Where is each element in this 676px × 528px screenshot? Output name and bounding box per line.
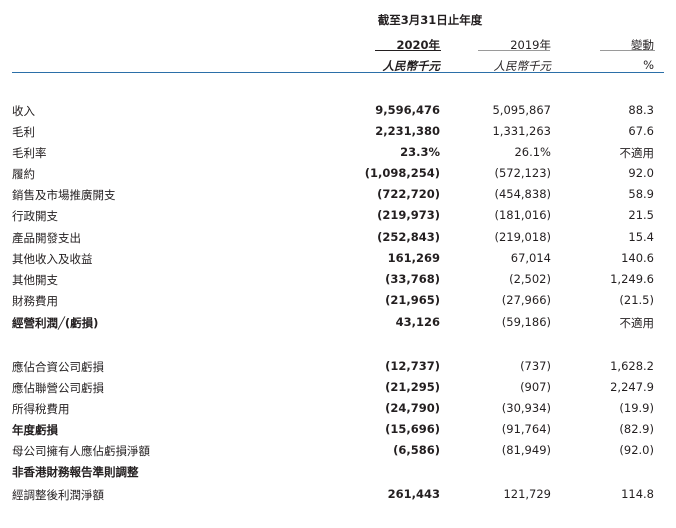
table-row: 毛利 2,231,380 1,331,263 67.6 — [0, 124, 676, 145]
row-label: 其他收入及收益 — [12, 252, 93, 266]
current-column-rule — [375, 50, 441, 51]
row-label: 毛利 — [12, 125, 35, 139]
change-value: 58.9 — [628, 187, 654, 201]
table-row: 其他開支 (33,768) (2,502) 1,249.6 — [0, 272, 676, 293]
table-row: 其他收入及收益 161,269 67,014 140.6 — [0, 251, 676, 272]
change-value: 15.4 — [628, 230, 654, 244]
prior-year-value: 5,095,867 — [492, 103, 551, 117]
prior-year-value: (81,949) — [501, 443, 551, 457]
table-row: 產品開發支出 (252,843) (219,018) 15.4 — [0, 230, 676, 251]
change-unit-header: % — [643, 58, 654, 72]
table-row: 非香港財務報告準則調整 — [0, 464, 676, 485]
current-year-value: 261,443 — [387, 487, 440, 501]
change-value: (92.0) — [619, 443, 654, 457]
change-value: (82.9) — [619, 422, 654, 436]
prior-year-value: (907) — [520, 380, 551, 394]
prior-year-value: 67,014 — [510, 251, 551, 265]
current-year-value: 9,596,476 — [375, 103, 440, 117]
change-value: (19.9) — [619, 401, 654, 415]
change-value: 21.5 — [628, 208, 654, 222]
prior-year-value: (27,966) — [501, 293, 551, 307]
current-year-value: (722,720) — [377, 187, 440, 201]
row-label: 履約 — [12, 167, 35, 181]
prior-year-value: (181,016) — [494, 208, 551, 222]
change-value: (21.5) — [619, 293, 654, 307]
change-value: 不適用 — [619, 146, 655, 160]
row-label: 應佔聯營公司虧損 — [12, 381, 104, 395]
table-row: 銷售及市場推廣開支 (722,720) (454,838) 58.9 — [0, 187, 676, 208]
change-value: 67.6 — [628, 124, 654, 138]
prior-year-value: 1,331,263 — [492, 124, 551, 138]
row-label: 經調整後利潤淨額 — [12, 488, 104, 502]
current-year-value: (21,965) — [385, 293, 440, 307]
table-row: 行政開支 (219,973) (181,016) 21.5 — [0, 208, 676, 229]
prior-year-value: (219,018) — [494, 230, 551, 244]
period-header: 截至3月31日止年度 — [377, 13, 483, 27]
current-year-value: 2,231,380 — [375, 124, 440, 138]
current-year-value: (15,696) — [385, 422, 440, 436]
row-label: 毛利率 — [12, 146, 47, 160]
prior-year-value: 121,729 — [503, 487, 551, 501]
prior-year-value: (59,186) — [501, 315, 551, 329]
row-label: 經營利潤╱(虧損) — [12, 316, 99, 330]
row-label: 銷售及市場推廣開支 — [12, 188, 116, 202]
current-year-value: (219,973) — [377, 208, 440, 222]
row-label: 其他開支 — [12, 273, 58, 287]
prior-year-value: (30,934) — [501, 401, 551, 415]
current-year-value: (1,098,254) — [364, 166, 440, 180]
row-label: 行政開支 — [12, 209, 58, 223]
table-row: 母公司擁有人應佔虧損淨額 (6,586) (81,949) (92.0) — [0, 443, 676, 464]
current-year-value: 161,269 — [387, 251, 440, 265]
change-value: 114.8 — [621, 487, 654, 501]
change-value: 不適用 — [619, 316, 655, 330]
prior-column-rule — [478, 50, 550, 51]
change-column-rule — [600, 50, 655, 51]
table-row: 應佔聯營公司虧損 (21,295) (907) 2,247.9 — [0, 380, 676, 401]
row-label: 產品開發支出 — [12, 231, 81, 245]
change-value: 88.3 — [628, 103, 654, 117]
row-label: 財務費用 — [12, 294, 58, 308]
change-value: 1,628.2 — [610, 359, 654, 373]
prior-year-value: (91,764) — [501, 422, 551, 436]
table-row: 應佔合資公司虧損 (12,737) (737) 1,628.2 — [0, 359, 676, 380]
row-label: 年度虧損 — [12, 423, 58, 437]
current-year-value: (252,843) — [377, 230, 440, 244]
row-label: 母公司擁有人應佔虧損淨額 — [12, 444, 150, 458]
table-row: 經營利潤╱(虧損) 43,126 (59,186) 不適用 — [0, 315, 676, 336]
change-value: 2,247.9 — [610, 380, 654, 394]
row-label: 收入 — [12, 104, 35, 118]
row-label: 非香港財務報告準則調整 — [12, 465, 139, 479]
table-row: 財務費用 (21,965) (27,966) (21.5) — [0, 293, 676, 314]
current-year-value: (24,790) — [385, 401, 440, 415]
change-value: 1,249.6 — [610, 272, 654, 286]
current-year-value: (6,586) — [393, 443, 440, 457]
change-value: 92.0 — [628, 166, 654, 180]
current-year-value: (33,768) — [385, 272, 440, 286]
current-year-value: 23.3% — [400, 145, 440, 159]
prior-year-value: (454,838) — [494, 187, 551, 201]
table-row: 所得稅費用 (24,790) (30,934) (19.9) — [0, 401, 676, 422]
header-divider — [12, 72, 664, 73]
current-year-value: 43,126 — [395, 315, 440, 329]
table-row: 毛利率 23.3% 26.1% 不適用 — [0, 145, 676, 166]
table-row: 履約 (1,098,254) (572,123) 92.0 — [0, 166, 676, 187]
table-row: 經調整後利潤淨額 261,443 121,729 114.8 — [0, 487, 676, 508]
change-value: 140.6 — [621, 251, 654, 265]
table-row: 收入 9,596,476 5,095,867 88.3 — [0, 103, 676, 124]
current-year-value: (21,295) — [385, 380, 440, 394]
current-year-value: (12,737) — [385, 359, 440, 373]
prior-year-value: (2,502) — [509, 272, 551, 286]
table-row: 年度虧損 (15,696) (91,764) (82.9) — [0, 422, 676, 443]
row-label: 應佔合資公司虧損 — [12, 360, 104, 374]
row-label: 所得稅費用 — [12, 402, 70, 416]
prior-year-value: (572,123) — [494, 166, 551, 180]
prior-year-value: 26.1% — [514, 145, 551, 159]
prior-year-value: (737) — [520, 359, 551, 373]
